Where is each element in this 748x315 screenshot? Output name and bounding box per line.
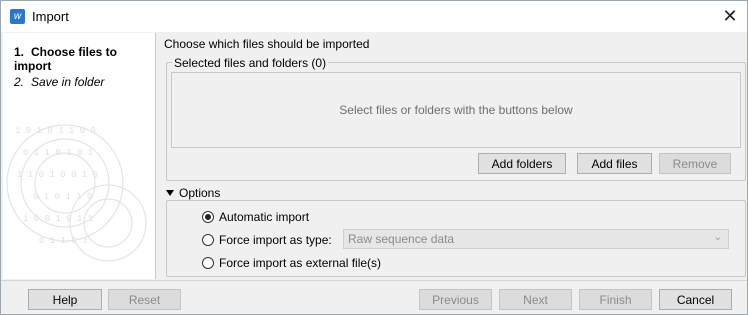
svg-text:0 1 0 1 1 0: 0 1 0 1 1 0 (33, 192, 92, 202)
options-toggle[interactable]: Options (166, 186, 220, 200)
selected-files-legend: Selected files and folders (0) (172, 56, 329, 70)
app-logo-icon: w (10, 9, 25, 24)
automatic-import-radio[interactable]: Automatic import (202, 210, 309, 224)
drop-area-placeholder: Select files or folders with the buttons… (339, 103, 573, 117)
force-external-label: Force import as external file(s) (219, 256, 382, 270)
svg-text:0 1 1 0 1: 0 1 1 0 1 (39, 236, 88, 246)
page-title: Choose which files should be imported (164, 37, 370, 51)
file-drop-area[interactable]: Select files or folders with the buttons… (171, 72, 741, 148)
previous-button[interactable]: Previous (419, 289, 492, 310)
finish-button[interactable]: Finish (579, 289, 652, 310)
dialog-footer: Help Reset Previous Next Finish Cancel (1, 280, 747, 314)
radio-unchecked-icon (202, 234, 214, 246)
selected-files-group: Select files or folders with the buttons… (166, 62, 746, 181)
force-external-radio[interactable]: Force import as external file(s) (202, 256, 381, 270)
cancel-button[interactable]: Cancel (659, 289, 732, 310)
reset-button[interactable]: Reset (108, 289, 181, 310)
force-type-label: Force import as type: (219, 233, 332, 247)
chevron-down-icon: ⌄ (713, 232, 722, 243)
svg-text:1 0 0 1 0 1 1: 1 0 0 1 0 1 1 (23, 214, 93, 224)
title-bar: w Import ✕ (1, 1, 747, 32)
step-choose-files: 1. Choose files to import (14, 45, 118, 73)
steps-panel: 1. Choose files to import 2. Save in folde… (3, 33, 156, 279)
options-label: Options (179, 186, 221, 200)
force-type-radio[interactable]: Force import as type: (202, 233, 332, 247)
window-title: Import (32, 9, 69, 24)
radio-checked-icon (202, 211, 214, 223)
add-folders-button[interactable]: Add folders (478, 153, 566, 174)
help-button[interactable]: Help (28, 289, 102, 310)
step-save-folder: 2. Save in folder (14, 75, 105, 89)
decorative-swirl-icon: 1 0 1 0 1 1 0 0 0 1 1 0 1 0 1 1 1 0 1 0 … (6, 124, 147, 262)
main-panel: Choose which files should be imported Se… (158, 33, 747, 279)
chevron-down-icon (166, 190, 174, 196)
remove-button[interactable]: Remove (659, 153, 731, 174)
close-icon[interactable]: ✕ (713, 1, 747, 32)
import-type-value: Raw sequence data (348, 232, 455, 246)
next-button[interactable]: Next (499, 289, 572, 310)
svg-text:0 1 1 0 1 0 1: 0 1 1 0 1 0 1 (23, 148, 93, 158)
automatic-import-label: Automatic import (219, 210, 310, 224)
add-files-button[interactable]: Add files (577, 153, 652, 174)
import-dialog: w Import ✕ 1. Choose files to import 2. Sa… (0, 0, 748, 315)
import-type-select[interactable]: Raw sequence data ⌄ (343, 229, 729, 249)
svg-text:1 1 0 1 0 0 1 0: 1 1 0 1 0 0 1 0 (17, 170, 98, 180)
radio-unchecked-icon (202, 257, 214, 269)
svg-text:1 0 1 0 1 1 0 0: 1 0 1 0 1 1 0 0 (15, 126, 96, 136)
